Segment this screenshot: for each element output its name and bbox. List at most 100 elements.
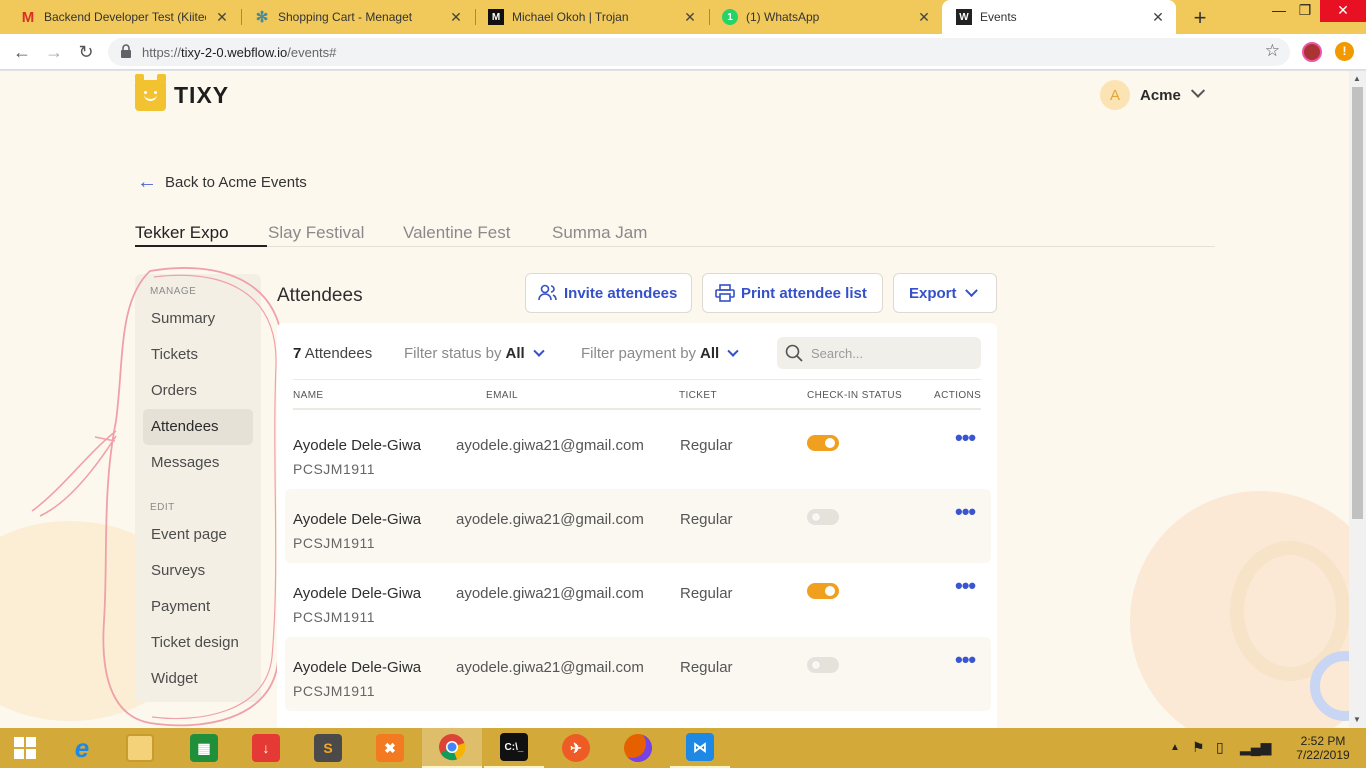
back-link-label: Back to Acme Events xyxy=(165,173,307,191)
invite-attendees-button[interactable]: Invite attendees xyxy=(525,273,692,313)
back-to-events-link[interactable]: ← Back to Acme Events xyxy=(137,172,307,192)
invite-attendees-label: Invite attendees xyxy=(564,284,678,302)
page-scrollbar[interactable]: ▲ ▼ xyxy=(1349,71,1366,728)
column-header-email[interactable]: EMAIL xyxy=(486,390,518,401)
sidebar-item-ticket-design[interactable]: Ticket design xyxy=(143,625,253,661)
address-bar[interactable]: https://tixy-2-0.webflow.io/events# ☆ xyxy=(108,38,1290,66)
forward-icon[interactable]: → xyxy=(42,40,66,64)
event-tab-slay-festival[interactable]: Slay Festival xyxy=(268,223,364,243)
sidebar-item-surveys[interactable]: Surveys xyxy=(143,553,253,589)
taskbar-firefox[interactable] xyxy=(608,728,668,768)
taskbar-chrome[interactable] xyxy=(422,728,482,768)
edit-heading: EDIT xyxy=(150,502,175,513)
chevron-up-icon[interactable]: ▲ xyxy=(1170,742,1180,753)
attendee-ticket: Regular xyxy=(680,437,733,454)
column-header-checkin[interactable]: CHECK-IN STATUS xyxy=(807,390,902,401)
attendee-email: ayodele.giwa21@gmail.com xyxy=(456,511,644,528)
scroll-up-icon[interactable]: ▲ xyxy=(1353,74,1361,83)
taskbar-downloader[interactable]: ↓ xyxy=(236,728,296,768)
browser-tab-events[interactable]: W Events ✕ xyxy=(942,0,1176,34)
account-menu[interactable]: A Acme xyxy=(1100,80,1205,110)
column-header-name[interactable]: NAME xyxy=(293,390,324,401)
filter-payment-dropdown[interactable]: Filter payment by All xyxy=(581,345,739,362)
attendee-ticket: Regular xyxy=(680,511,733,528)
taskbar-sublime[interactable]: S xyxy=(298,728,358,768)
taskbar-postman[interactable]: ✈ xyxy=(546,728,606,768)
active-tab-underline xyxy=(135,245,267,247)
more-actions-icon[interactable]: ••• xyxy=(955,499,976,525)
volume-icon[interactable]: 🔈︎ xyxy=(1266,739,1274,756)
checkin-toggle[interactable] xyxy=(807,509,839,525)
sidebar-item-attendees[interactable]: Attendees xyxy=(143,409,253,445)
event-tab-valentine-fest[interactable]: Valentine Fest xyxy=(403,223,510,243)
search-input[interactable] xyxy=(811,341,971,365)
windows-taskbar: e ▦ ↓ S ✖ C:\_ ✈ ⋈ ▲ ⚑ ▯ ▂▄▆ 🔈︎ 2:52 PM … xyxy=(0,728,1366,768)
table-row[interactable]: Ayodele Dele-Giwa PCSJM1911 ayodele.giwa… xyxy=(285,637,991,711)
print-attendee-list-button[interactable]: Print attendee list xyxy=(702,273,883,313)
taskbar-terminal[interactable]: C:\_ xyxy=(484,728,544,768)
browser-tab-whatsapp[interactable]: 1 (1) WhatsApp ✕ xyxy=(702,0,942,34)
close-tab-icon[interactable]: ✕ xyxy=(214,9,230,26)
taskbar-xampp[interactable]: ✖ xyxy=(360,728,420,768)
browser-tab-medium[interactable]: M Michael Okoh | Trojan ✕ xyxy=(468,0,708,34)
checkin-toggle[interactable] xyxy=(807,583,839,599)
more-actions-icon[interactable]: ••• xyxy=(955,647,976,673)
url-text[interactable]: https://tixy-2-0.webflow.io/events# xyxy=(142,45,336,60)
bookmark-star-icon[interactable]: ☆ xyxy=(1265,41,1280,61)
taskbar-ie[interactable]: e xyxy=(52,728,112,768)
scroll-down-icon[interactable]: ▼ xyxy=(1353,715,1361,724)
browser-tab-strip: M Backend Developer Test (Kiitec) ✕ ✻ Sh… xyxy=(0,0,1366,34)
sidebar-item-summary[interactable]: Summary xyxy=(143,301,253,337)
sidebar-item-payment[interactable]: Payment xyxy=(143,589,253,625)
battery-icon[interactable]: ▯ xyxy=(1216,739,1224,756)
taskbar-vscode[interactable]: ⋈ xyxy=(670,728,730,768)
more-actions-icon[interactable]: ••• xyxy=(955,425,976,451)
tab-title: Events xyxy=(980,10,1017,24)
close-tab-icon[interactable]: ✕ xyxy=(916,9,932,26)
column-header-ticket[interactable]: TICKET xyxy=(679,390,717,401)
tixy-logo[interactable]: TIXY xyxy=(135,74,229,111)
event-tab-summa-jam[interactable]: Summa Jam xyxy=(552,223,647,243)
whatsapp-icon: 1 xyxy=(722,9,738,25)
event-tab-tekker-expo[interactable]: Tekker Expo xyxy=(135,223,229,243)
table-row[interactable]: Ayodele Dele-Giwa PCSJM1911 ayodele.giwa… xyxy=(285,415,991,489)
more-actions-icon[interactable]: ••• xyxy=(955,573,976,599)
sidebar-item-orders[interactable]: Orders xyxy=(143,373,253,409)
taskbar-store[interactable]: ▦ xyxy=(174,728,234,768)
postman-icon: ✈ xyxy=(562,734,590,762)
sidebar-item-tickets[interactable]: Tickets xyxy=(143,337,253,373)
flag-icon[interactable]: ⚑ xyxy=(1192,739,1205,756)
logo-mark-icon xyxy=(135,74,166,111)
sidebar-item-event-page[interactable]: Event page xyxy=(143,517,253,553)
export-button[interactable]: Export xyxy=(893,273,997,313)
attendee-email: ayodele.giwa21@gmail.com xyxy=(456,659,644,676)
back-icon[interactable]: ← xyxy=(10,40,34,64)
filter-status-dropdown[interactable]: Filter status by All xyxy=(404,345,545,362)
sidebar-item-widget[interactable]: Widget xyxy=(143,661,253,697)
checkin-toggle[interactable] xyxy=(807,657,839,673)
system-clock[interactable]: 2:52 PM 7/22/2019 xyxy=(1288,734,1358,762)
checkin-toggle[interactable] xyxy=(807,435,839,451)
table-row[interactable]: Ayodele Dele-Giwa PCSJM1911 ayodele.giwa… xyxy=(285,489,991,563)
profile-avatar[interactable] xyxy=(1302,42,1322,62)
restore-icon[interactable]: ❐ xyxy=(1290,0,1320,22)
search-box xyxy=(777,337,981,369)
close-tab-icon[interactable]: ✕ xyxy=(682,9,698,26)
window-close-icon[interactable]: ✕ xyxy=(1320,0,1366,22)
search-icon xyxy=(785,344,803,362)
new-tab-button[interactable]: + xyxy=(1188,5,1212,31)
scrollbar-thumb[interactable] xyxy=(1352,87,1363,519)
tab-title: Backend Developer Test (Kiitec) xyxy=(44,10,206,24)
account-name: Acme xyxy=(1140,86,1181,104)
close-tab-icon[interactable]: ✕ xyxy=(1150,9,1166,26)
browser-toolbar: ← → ↻ https://tixy-2-0.webflow.io/events… xyxy=(0,34,1366,70)
update-alert-icon[interactable]: ! xyxy=(1335,42,1354,61)
table-row[interactable]: Ayodele Dele-Giwa PCSJM1911 ayodele.giwa… xyxy=(285,563,991,637)
browser-tab-gmail[interactable]: M Backend Developer Test (Kiitec) ✕ xyxy=(0,0,240,34)
browser-tab-menaget[interactable]: ✻ Shopping Cart - Menaget ✕ xyxy=(234,0,474,34)
start-button[interactable] xyxy=(0,728,50,768)
reload-icon[interactable]: ↻ xyxy=(74,40,98,64)
close-tab-icon[interactable]: ✕ xyxy=(448,9,464,26)
taskbar-file-explorer[interactable] xyxy=(110,728,170,768)
sidebar-item-messages[interactable]: Messages xyxy=(143,445,253,481)
